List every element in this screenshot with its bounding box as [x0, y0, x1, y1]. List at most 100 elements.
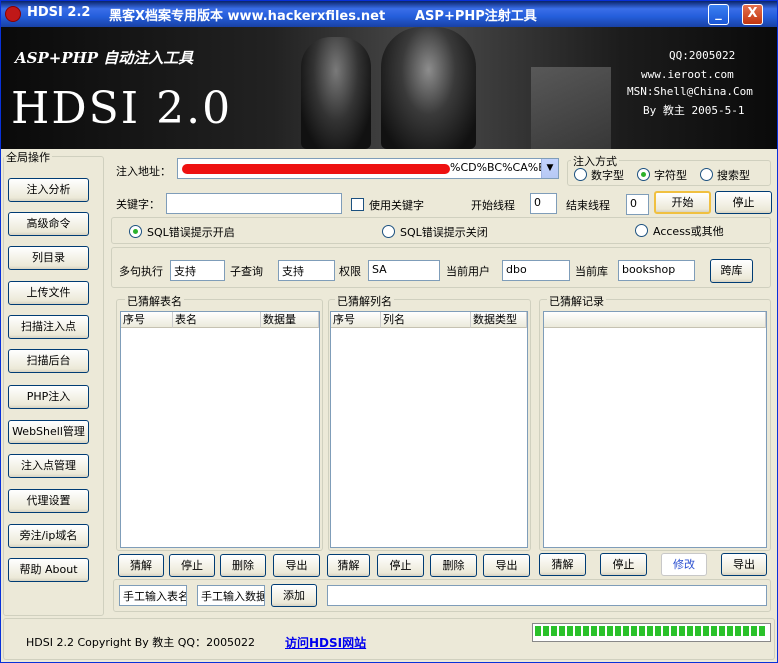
- url-visible-text: %CD%BC%CA%E9: [450, 161, 553, 174]
- sidebar-item-scan-admin[interactable]: 扫描后台: [8, 349, 89, 373]
- sidebar-item-inject-point-mgmt[interactable]: 注入点管理: [8, 454, 89, 478]
- progress-segment: [583, 626, 589, 636]
- add-button[interactable]: 添加: [271, 584, 317, 607]
- tables-export-button[interactable]: 导出: [273, 554, 320, 577]
- columns-col-name[interactable]: 列名: [381, 312, 471, 328]
- start-button[interactable]: 开始: [654, 191, 711, 214]
- manual-field-input[interactable]: 手工输入数据: [197, 585, 265, 606]
- sidebar-item-php-inject[interactable]: PHP注入: [8, 385, 89, 409]
- sidebar-item-help-about[interactable]: 帮助 About: [8, 558, 89, 582]
- columns-delete-button[interactable]: 删除: [430, 554, 477, 577]
- sidebar-item-side-ip-domain[interactable]: 旁注/ip域名: [8, 524, 89, 548]
- banner-msn: MSN:Shell@China.Com: [627, 85, 753, 98]
- records-export-button[interactable]: 导出: [721, 553, 767, 576]
- columns-stop-button[interactable]: 停止: [377, 554, 424, 577]
- footer-copyright: HDSI 2.2 Copyright By 教主 QQ：2005022: [26, 636, 256, 649]
- current-db-field: bookshop: [618, 260, 695, 281]
- tables-guess-button[interactable]: 猜解: [118, 554, 164, 577]
- tables-delete-button[interactable]: 删除: [220, 554, 266, 577]
- cross-db-button[interactable]: 跨库: [710, 259, 753, 283]
- progress-segment: [599, 626, 605, 636]
- tables-col-name[interactable]: 表名: [173, 312, 261, 328]
- columns-col-index[interactable]: 序号: [331, 312, 381, 328]
- progress-segment: [623, 626, 629, 636]
- tables-col-index[interactable]: 序号: [121, 312, 173, 328]
- sidebar-item-inject-analysis[interactable]: 注入分析: [8, 178, 89, 202]
- banner-by: By 教主 2005-5-1: [643, 104, 745, 117]
- tables-col-count[interactable]: 数据量: [261, 312, 319, 328]
- privilege-label: 权限: [339, 265, 361, 278]
- progress-segment: [663, 626, 669, 636]
- start-thread-label: 开始线程: [471, 199, 515, 212]
- keyword-input[interactable]: [166, 193, 342, 214]
- start-thread-input[interactable]: 0: [530, 193, 557, 214]
- columns-list[interactable]: 序号 列名 数据类型: [330, 311, 528, 548]
- visit-hdsi-link[interactable]: 访问HDSI网站: [285, 634, 366, 651]
- records-modify-button[interactable]: 修改: [661, 553, 707, 576]
- keyword-label: 关键字：: [116, 198, 160, 211]
- tables-title: 已猜解表名: [125, 293, 184, 309]
- use-keyword-label: 使用关键字: [369, 199, 424, 212]
- access-other-radio[interactable]: [635, 224, 648, 237]
- progress-segment: [727, 626, 733, 636]
- current-user-label: 当前用户: [446, 265, 490, 278]
- main-window: HDSI 2.2 黑客X档案专用版本 www.hackerxfiles.net …: [0, 0, 778, 663]
- mode-search-label: 搜索型: [717, 169, 750, 182]
- progress-segment: [687, 626, 693, 636]
- sidebar-item-advanced-commands[interactable]: 高级命令: [8, 212, 89, 236]
- progress-segment: [711, 626, 717, 636]
- manual-table-input[interactable]: 手工输入表名: [119, 585, 187, 606]
- use-keyword-checkbox[interactable]: [351, 198, 364, 211]
- records-guess-button[interactable]: 猜解: [539, 553, 586, 576]
- progress-segment: [735, 626, 741, 636]
- tables-stop-button[interactable]: 停止: [169, 554, 215, 577]
- records-list[interactable]: [543, 311, 767, 548]
- mode-numeric-radio[interactable]: [574, 168, 587, 181]
- records-header: [544, 312, 766, 328]
- sidebar-title: 全局操作: [4, 149, 52, 165]
- progress-segment: [607, 626, 613, 636]
- sql-error-off-label: SQL错误提示关闭: [400, 226, 488, 239]
- sidebar-item-upload-file[interactable]: 上传文件: [8, 281, 89, 305]
- access-other-label: Access或其他: [653, 225, 724, 238]
- url-input[interactable]: %CD%BC%CA%E9 ▼: [177, 158, 559, 179]
- sidebar-item-webshell[interactable]: WebShell管理: [8, 420, 89, 444]
- progress-segment: [671, 626, 677, 636]
- tool-title: ASP+PHP注射工具: [415, 9, 537, 24]
- banner-qq: QQ:2005022: [669, 49, 736, 62]
- banner-building: [531, 67, 611, 149]
- minimize-button[interactable]: _: [708, 4, 729, 25]
- subquery-label: 子查询: [230, 265, 263, 278]
- progress-segment: [751, 626, 757, 636]
- sql-error-off-radio[interactable]: [382, 225, 395, 238]
- url-dropdown-icon[interactable]: ▼: [541, 159, 558, 178]
- columns-title: 已猜解列名: [335, 293, 394, 309]
- progress-segment: [575, 626, 581, 636]
- records-stop-button[interactable]: 停止: [600, 553, 647, 576]
- records-title: 已猜解记录: [547, 293, 606, 309]
- columns-export-button[interactable]: 导出: [483, 554, 530, 577]
- url-label: 注入地址：: [116, 165, 171, 178]
- multi-exec-field: 支持: [170, 260, 225, 281]
- sql-error-on-radio[interactable]: [129, 225, 142, 238]
- edition-title: 黑客X档案专用版本 www.hackerxfiles.net: [109, 9, 386, 24]
- sidebar-item-proxy-settings[interactable]: 代理设置: [8, 489, 89, 513]
- sidebar-item-scan-inject-points[interactable]: 扫描注入点: [8, 315, 89, 339]
- end-thread-input[interactable]: 0: [626, 194, 649, 215]
- banner-figure-left: [301, 37, 371, 149]
- sidebar-item-list-directory[interactable]: 列目录: [8, 246, 89, 270]
- close-button[interactable]: X: [742, 4, 763, 25]
- stop-button[interactable]: 停止: [715, 191, 772, 214]
- mode-string-radio[interactable]: [637, 168, 650, 181]
- progress-segment: [559, 626, 565, 636]
- current-user-field: dbo: [502, 260, 570, 281]
- tables-list[interactable]: 序号 表名 数据量: [120, 311, 320, 548]
- progress-segment: [543, 626, 549, 636]
- manual-extra-input[interactable]: [327, 585, 767, 606]
- columns-guess-button[interactable]: 猜解: [327, 554, 370, 577]
- mode-numeric-label: 数字型: [591, 169, 624, 182]
- mode-search-radio[interactable]: [700, 168, 713, 181]
- progress-segment: [703, 626, 709, 636]
- columns-col-type[interactable]: 数据类型: [471, 312, 527, 328]
- app-title: HDSI 2.2: [27, 5, 91, 20]
